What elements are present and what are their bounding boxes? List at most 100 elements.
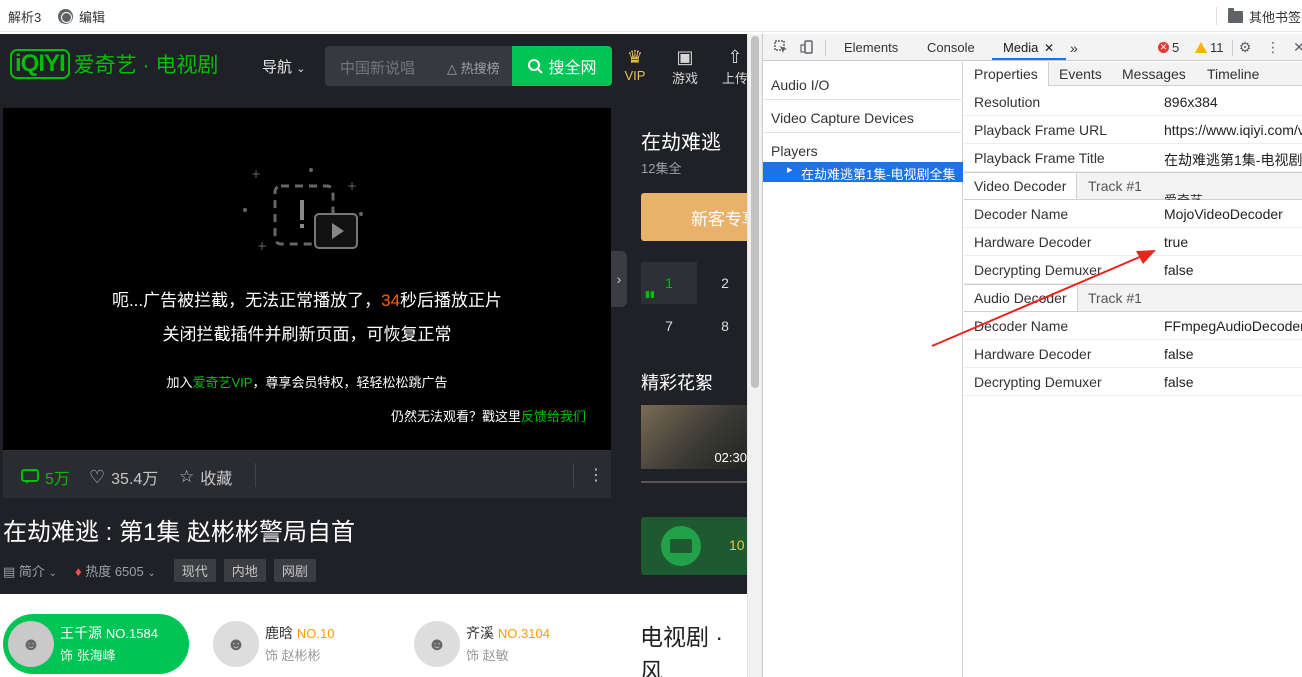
promo-card[interactable]: 10 [641,517,747,575]
chevron-down-icon: ⌄ [147,568,156,579]
clip-thumbnail[interactable]: 02:30 [641,405,747,469]
episode-number: 7 [665,318,673,334]
video-player[interactable]: + + + 呃...广告被拦截，无法正常播放了，34秒后播放正片 关闭拦截插件并… [3,108,611,450]
property-value: false [1164,262,1194,278]
countdown: 34 [381,291,401,310]
tab-elements[interactable]: Elements [844,40,898,55]
search-input[interactable]: 中国新说唱 △ 热搜榜 [325,46,512,86]
new-user-promo-button[interactable]: 新客专享 [641,193,747,241]
close-icon[interactable]: ✕ [1044,41,1054,55]
bookmark-item[interactable]: 编辑 [58,7,105,26]
warning-count-badge[interactable]: 11 [1195,40,1224,55]
tab-media[interactable]: Media ✕ [1003,40,1054,55]
media-subtabs: Properties Events Messages Timeline [964,62,1302,86]
site-logo[interactable]: iQIYI 爱奇艺 · 电视剧 [10,48,218,80]
actor-rank: NO.3104 [497,625,550,641]
property-value: false [1164,346,1194,362]
nav-menu[interactable]: 导航 ⌄ [262,56,305,77]
video-decoder-tab[interactable]: Video Decoder [964,173,1078,199]
more-tabs-button[interactable]: » [1070,40,1078,56]
crown-icon: ♛ [626,47,644,67]
episode-item[interactable]: 8 [697,305,747,347]
sidebar-collapse-button[interactable]: › [611,251,627,307]
page-scrollbar[interactable] [747,34,762,677]
tab-media-label: Media [1003,40,1039,55]
bookmark-item[interactable]: 解析3 [8,7,41,26]
gear-icon[interactable]: ⚙ [1237,39,1253,55]
hot-search-label: 热搜榜 [460,61,500,76]
type-tag[interactable]: 网剧 [273,559,316,582]
more-vertical-icon[interactable]: ⋮ [1265,39,1281,55]
property-row: Decrypting Demuxer false [964,256,1302,284]
star-icon: ☆ [179,467,195,486]
avatar: ☻ [414,621,460,667]
promo-text: 加入 [166,375,193,390]
property-row: Hardware Decoder true [964,228,1302,256]
actor-name: 鹿晗 [265,624,293,641]
tab-properties[interactable]: Properties [964,62,1049,86]
divider [255,463,256,487]
other-bookmarks-label: 其他书签 [1249,10,1302,25]
other-bookmarks[interactable]: 其他书签 [1228,7,1301,26]
vip-link[interactable]: 爱奇艺VIP [193,375,253,390]
audio-decoder-tab[interactable]: Audio Decoder [964,285,1078,311]
inspect-element-icon[interactable] [773,39,789,55]
actor-rank: NO.10 [296,625,335,641]
player-list-item[interactable]: 在劫难逃第1集-电视剧全集 [763,162,963,182]
avatar: ☻ [213,621,259,667]
error-icon: ✕ [1158,42,1169,53]
audio-decoder-section: Audio Decoder Track #1 [964,284,1302,312]
like-button[interactable]: ♡ 35.4万 [89,465,158,489]
chevron-down-icon: ⌄ [296,63,306,75]
upload-link[interactable]: ⇧ 上传 [715,46,747,87]
comment-button[interactable]: 5万 [21,465,70,489]
vip-link[interactable]: ♛ VIP [615,46,655,83]
episode-item[interactable]: 1 ▮▮ [641,262,697,304]
ad-blocked-message: 呃...广告被拦截，无法正常播放了，34秒后播放正片 [3,286,611,311]
episode-number: 8 [721,318,729,334]
divider [825,40,826,56]
title-overflow-text: 爱奇艺 [1164,190,1203,200]
tab-events[interactable]: Events [1059,66,1102,82]
devtools-panel: Elements Console Media ✕ » ✕ 5 11 ⚙ ⋮ ✕ … [762,34,1302,677]
episode-item[interactable]: 2 [697,262,747,304]
scrollbar-thumb[interactable] [751,36,759,388]
actor-name: 齐溪 [466,624,494,641]
device-toolbar-icon[interactable] [799,39,815,55]
heat-toggle[interactable]: ♦ 热度 6505 ⌄ [75,561,156,580]
sidebar-item-video-capture[interactable]: Video Capture Devices [763,100,963,133]
hot-search-link[interactable]: △ 热搜榜 [447,58,500,77]
sidebar-item-audio-io[interactable]: Audio I/O [763,67,963,100]
feedback-link[interactable]: 反馈给我们 [521,409,586,424]
episode-title: 在劫难逃 : 第1集 赵彬彬警局自首 [3,519,356,546]
cast-item[interactable]: ☻ 王千源 NO.1584 饰 张海峰 [3,614,189,674]
games-link[interactable]: ▣ 游戏 [665,46,705,87]
episode-item[interactable]: 7 [641,305,697,347]
warning-icon [1195,42,1207,53]
region-tag[interactable]: 内地 [223,559,266,582]
show-title[interactable]: 在劫难逃 [641,126,721,155]
heart-icon: ♡ [89,466,106,487]
collect-label: 收藏 [200,471,233,488]
error-count-badge[interactable]: ✕ 5 [1158,40,1179,55]
tab-console[interactable]: Console [927,40,975,55]
video-track-tab[interactable]: Track #1 [1088,178,1142,194]
promo-card-text: 10 [729,537,745,553]
heat-label: 热度 6505 [85,564,144,579]
audio-track-tab[interactable]: Track #1 [1088,290,1142,306]
more-options-button[interactable]: ⋮ [588,465,604,485]
genre-tag[interactable]: 现代 [173,559,216,582]
close-devtools-icon[interactable]: ✕ [1291,39,1302,55]
collect-button[interactable]: ☆ 收藏 [179,465,232,489]
tab-messages[interactable]: Messages [1122,66,1186,82]
cast-item[interactable]: ☻ 齐溪 NO.3104 饰 赵敏 [414,614,550,674]
tab-timeline[interactable]: Timeline [1207,66,1259,82]
ad-blocked-icon: + + + [243,168,363,253]
cast-item[interactable]: ☻ 鹿晗 NO.10 饰 赵彬彬 [213,614,334,674]
intro-toggle[interactable]: ▤ 简介 ⌄ [3,561,57,580]
search-button[interactable]: 搜全网 [512,46,612,86]
search-icon [528,59,544,74]
property-value: MojoVideoDecoder [1164,206,1283,222]
actor-role: 饰 张海峰 [60,647,116,663]
svg-text:+: + [257,239,267,253]
